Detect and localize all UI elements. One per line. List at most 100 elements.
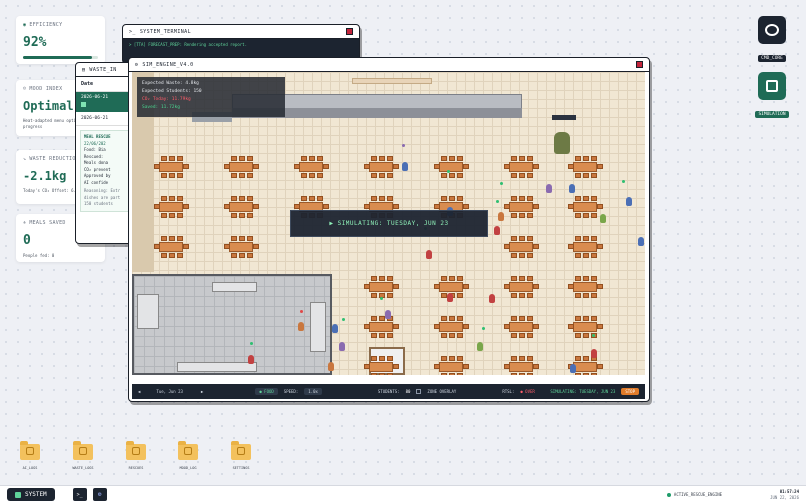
sim-date: Tue, Jun 23 xyxy=(156,389,183,394)
cafeteria-table xyxy=(364,316,399,338)
sim-stats-overlay: Expected Waste: 4.8kg Expected Students:… xyxy=(137,77,285,117)
cafeteria-table xyxy=(224,236,259,258)
sim-canvas[interactable]: Expected Waste: 4.8kg Expected Students:… xyxy=(132,72,645,375)
expected-students: Expected Students: 150 xyxy=(142,89,202,94)
reasoning-line: 150 students xyxy=(84,201,113,206)
student-sprite xyxy=(477,342,483,351)
cafeteria-table xyxy=(154,236,189,258)
student-sprite xyxy=(494,226,500,235)
efficiency-progress-fill xyxy=(23,56,92,59)
cafeteria-table xyxy=(224,156,259,178)
terminal-close-button[interactable] xyxy=(346,28,353,35)
waste-label: WASTE REDUCTION xyxy=(29,156,79,162)
kitchen-fridge xyxy=(310,302,326,352)
food-indicator xyxy=(622,180,625,183)
date-column-header: Date xyxy=(76,77,136,92)
simulation-label: SIMULATION xyxy=(755,111,789,118)
terminal-icon: >_ xyxy=(129,28,136,35)
date-row-selected[interactable]: 2026-06-21 xyxy=(76,92,136,112)
desktop-icon-waste-logs[interactable]: WASTE_LOGS xyxy=(63,441,103,470)
meals-sub: People fed: 0 xyxy=(23,253,55,258)
food-indicator xyxy=(482,327,485,330)
cafeteria-table xyxy=(568,156,603,178)
food-indicator xyxy=(342,318,345,321)
cmd-core-shortcut[interactable]: CMD_CORE xyxy=(752,16,792,63)
cafeteria-table xyxy=(504,156,539,178)
taskbar-terminal-button[interactable]: >_ xyxy=(72,488,87,501)
prev-day-button[interactable]: ◀ xyxy=(138,389,140,394)
food-indicator xyxy=(300,310,303,313)
food-indicator xyxy=(250,342,253,345)
student-sprite xyxy=(447,293,453,302)
desktop-icon-settings[interactable]: SETTINGS xyxy=(221,441,261,470)
kitchen-station xyxy=(212,282,257,292)
stop-button[interactable]: STOP xyxy=(621,388,639,395)
zone-overlay-checkbox[interactable] xyxy=(416,389,422,394)
cafeteria-table xyxy=(504,356,539,375)
sim-window[interactable]: ⚙ SIM_ENGINE_V4.0 Expected Waste: 4.8kg E… xyxy=(128,57,650,402)
cafeteria-table xyxy=(154,196,189,218)
cafeteria-table xyxy=(364,156,399,178)
trend-icon: ↘ xyxy=(23,156,27,162)
efficiency-icon: ◉ xyxy=(23,22,27,28)
simulating-banner: ▶ SIMULATING: TUESDAY, JUN 23 xyxy=(290,210,488,237)
efficiency-progress xyxy=(23,56,98,59)
utensils-icon: ⚜ xyxy=(23,220,27,226)
cafeteria-table xyxy=(224,196,259,218)
efficiency-label: EFFICIENCY xyxy=(29,22,63,28)
folder-icon xyxy=(126,441,146,460)
cafeteria-table xyxy=(504,196,539,218)
cafeteria-table xyxy=(434,156,469,178)
taskbar: SYSTEM >_ ⚙ ACTIVE_RESCUE_ENGINE 01:57:2… xyxy=(0,485,806,503)
students-label: STUDENTS: xyxy=(377,389,400,394)
terminal-log-line: > [TTA] FORECAST_PREP: Rendering accepte… xyxy=(129,42,248,47)
sim-close-button[interactable] xyxy=(636,61,643,68)
cafeteria-table xyxy=(294,156,329,178)
students-value[interactable]: 80 xyxy=(406,389,411,394)
desktop-icon-label: RESCUES xyxy=(128,466,144,470)
counter-sign xyxy=(352,78,432,84)
speed-value[interactable]: 1.0x xyxy=(304,388,322,395)
cafeteria-table xyxy=(504,276,539,298)
desktop-icon-label: SETTINGS xyxy=(232,466,250,470)
student-sprite xyxy=(638,237,644,246)
date-row[interactable]: 2026-06-21 xyxy=(76,112,136,126)
engine-status: ACTIVE_RESCUE_ENGINE xyxy=(666,492,723,497)
date-cell: 2026-06-21 xyxy=(81,95,109,100)
desktop-icon-ai-logs[interactable]: AI_LOGS xyxy=(10,441,50,470)
food-indicator xyxy=(500,182,503,185)
desktop-icon-label: AI_LOGS xyxy=(22,466,38,470)
chip-icon xyxy=(758,72,786,100)
cafeteria-table xyxy=(568,316,603,338)
student-sprite xyxy=(489,294,495,303)
folder-icon xyxy=(73,441,93,460)
waste-window-title: WASTE_IN xyxy=(89,66,117,73)
next-day-button[interactable]: ▶ xyxy=(201,389,203,394)
cafeteria-table xyxy=(568,196,603,218)
student-sprite xyxy=(570,364,576,373)
cafeteria-table xyxy=(504,236,539,258)
food-indicator xyxy=(402,144,405,147)
cafeteria-table xyxy=(154,156,189,178)
desktop-icon-mood-log[interactable]: MOOD_LOG xyxy=(168,441,208,470)
smile-icon: ☺ xyxy=(23,86,27,92)
cafeteria-table xyxy=(434,356,469,375)
system-label: SYSTEM xyxy=(25,491,47,498)
student-sprite xyxy=(546,184,552,193)
student-sprite xyxy=(402,162,408,171)
student-sprite xyxy=(339,342,345,351)
simulation-shortcut[interactable]: SIMULATION xyxy=(752,72,792,119)
co2-today: CO₂ Today: 11.79kg xyxy=(142,97,191,102)
taskbar-sim-button[interactable]: ⚙ xyxy=(92,488,107,501)
food-indicator xyxy=(380,297,383,300)
food-mode-button[interactable]: ● FOOD xyxy=(255,388,278,395)
cafeteria-table xyxy=(504,316,539,338)
mood-label: MOOD INDEX xyxy=(29,86,63,92)
engine-status-label: ACTIVE_RESCUE_ENGINE xyxy=(673,492,723,497)
meal-rescue-panel: MEAL RESCUE 22/06/202 Food: Bia Rescued:… xyxy=(80,130,132,212)
student-sprite xyxy=(248,355,254,364)
desktop-icon-rescues[interactable]: RESCUES xyxy=(116,441,156,470)
system-start-button[interactable]: SYSTEM xyxy=(7,488,55,501)
student-sprite xyxy=(626,197,632,206)
student-sprite xyxy=(498,212,504,221)
